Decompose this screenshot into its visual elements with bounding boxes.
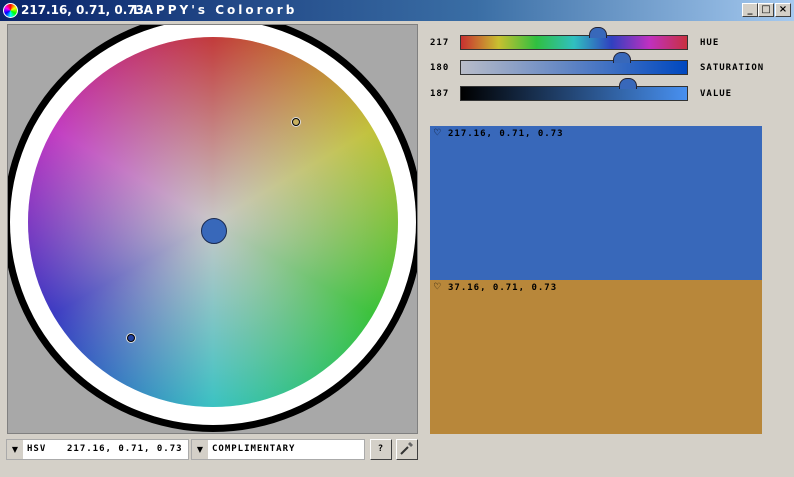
- selected-color-marker[interactable]: [127, 334, 135, 342]
- hue-value: 217: [430, 38, 450, 48]
- title-bar: 217.16, 0.71, 0.73 LAPPY's Colororb _ □ …: [0, 0, 794, 21]
- complement-swatch-label: 37.16, 0.71, 0.73: [448, 283, 558, 293]
- close-button[interactable]: ×: [775, 3, 791, 17]
- hue-slider-knob[interactable]: [588, 27, 607, 38]
- eyedropper-icon: [400, 442, 413, 455]
- color-mode-dropdown[interactable]: ▼ HSV 217.16, 0.71, 0.73: [6, 439, 189, 460]
- complement-marker[interactable]: [292, 118, 300, 126]
- eyedropper-button[interactable]: [396, 439, 418, 460]
- saturation-slider-knob[interactable]: [612, 52, 631, 63]
- color-wheel-panel[interactable]: [7, 24, 418, 434]
- saturation-value: 180: [430, 63, 450, 73]
- center-color-dot[interactable]: [201, 218, 227, 244]
- hue-slider[interactable]: [460, 35, 688, 50]
- scheme-label: COMPLIMENTARY: [212, 444, 296, 454]
- mode-value: 217.16, 0.71, 0.73: [67, 444, 183, 454]
- maximize-button[interactable]: □: [758, 3, 774, 17]
- main-color-swatch[interactable]: ♡ 217.16, 0.71, 0.73: [430, 126, 762, 280]
- saturation-slider[interactable]: [460, 60, 688, 75]
- hue-label: HUE: [700, 38, 720, 48]
- chevron-down-icon[interactable]: ▼: [192, 440, 208, 459]
- main-swatch-label: 217.16, 0.71, 0.73: [448, 129, 564, 139]
- saturation-label: SATURATION: [700, 63, 765, 73]
- title-color: 217.16, 0.71, 0.73: [21, 3, 144, 17]
- value-value: 187: [430, 89, 450, 99]
- help-button[interactable]: ?: [370, 439, 392, 460]
- scheme-dropdown[interactable]: ▼ COMPLIMENTARY: [191, 439, 365, 460]
- heart-icon[interactable]: ♡: [434, 126, 442, 139]
- chevron-down-icon[interactable]: ▼: [7, 440, 23, 459]
- heart-icon[interactable]: ♡: [434, 280, 442, 293]
- minimize-button[interactable]: _: [742, 3, 758, 17]
- value-slider[interactable]: [460, 86, 688, 101]
- title-app-name: LAPPY's Colororb: [133, 3, 298, 17]
- complement-color-swatch[interactable]: ♡ 37.16, 0.71, 0.73: [430, 280, 762, 434]
- value-slider-knob[interactable]: [619, 78, 638, 89]
- app-icon[interactable]: [3, 3, 18, 18]
- mode-label: HSV: [27, 444, 47, 454]
- value-label: VALUE: [700, 89, 733, 99]
